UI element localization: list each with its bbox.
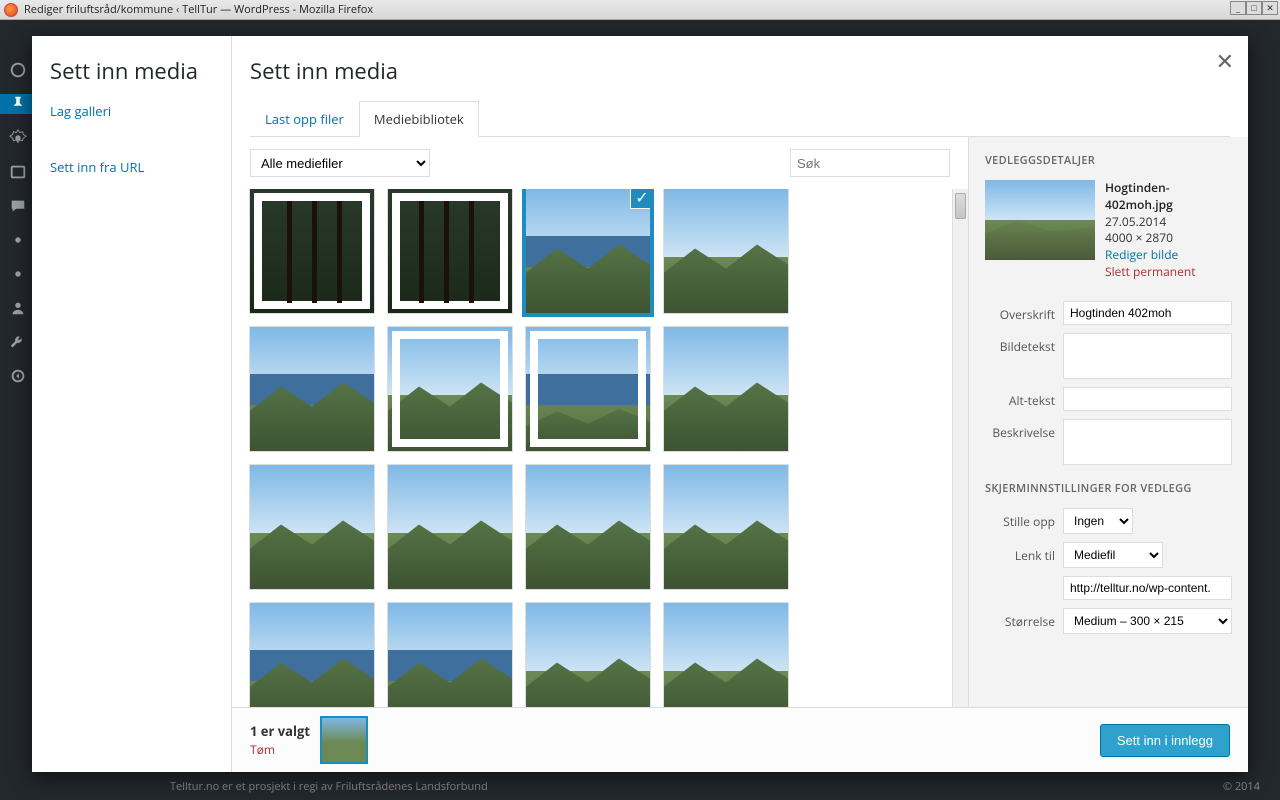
tab-library[interactable]: Mediebibliotek [359,101,479,137]
label-title: Overskrift [985,301,1063,323]
footer-text: Telltur.no er et prosjekt i regi av Fril… [170,779,488,794]
selection-count: 1 er valgt [250,722,310,740]
thumb-4[interactable] [664,189,788,313]
label-link: Lenk til [985,542,1063,564]
selected-thumbnail[interactable] [322,718,366,762]
modal-sidebar: Sett inn media Lag galleri Sett inn fra … [32,36,232,772]
input-title[interactable] [1063,301,1232,325]
select-link[interactable]: Mediefil [1063,542,1163,568]
select-align[interactable]: Ingen [1063,508,1133,534]
insert-button[interactable]: Sett inn i innlegg [1100,724,1230,757]
close-icon[interactable]: ✕ [1216,46,1234,76]
wrench-icon[interactable] [8,332,28,352]
thumb-9[interactable] [250,465,374,589]
thumb-12[interactable] [664,465,788,589]
appearance-icon[interactable] [8,230,28,250]
label-caption: Bildetekst [985,333,1063,355]
label-alt: Alt-tekst [985,387,1063,409]
scrollbar[interactable] [952,189,968,707]
firefox-icon [4,3,18,17]
tabs: Last opp filer Mediebibliotek [250,100,1230,137]
pin-icon[interactable] [0,94,36,114]
comments-icon[interactable] [8,196,28,216]
thumbnail-grid: ✓ [250,189,950,707]
settings-icon[interactable] [8,128,28,148]
detail-thumbnail [985,180,1095,260]
search-input[interactable] [790,149,950,177]
maximize-button[interactable]: □ [1246,1,1262,15]
display-settings-heading: SKJERMINNSTILLINGER FOR VEDLEGG [985,481,1232,496]
edit-image-link[interactable]: Rediger bilde [1105,247,1232,264]
input-caption[interactable] [1063,333,1232,379]
filter-select[interactable]: Alle mediefiler [250,149,430,177]
label-description: Beskrivelse [985,419,1063,441]
thumb-3-selected[interactable]: ✓ [526,189,650,313]
media-modal: Sett inn media Lag galleri Sett inn fra … [32,36,1248,772]
modal-footer: 1 er valgt Tøm Sett inn i innlegg [232,707,1248,772]
nav-insert-from-url[interactable]: Sett inn fra URL [50,158,213,176]
input-alt[interactable] [1063,387,1232,411]
page-footer: Telltur.no er et prosjekt i regi av Fril… [170,779,1260,794]
minimize-button[interactable]: _ [1230,1,1246,15]
thumb-1[interactable] [250,189,374,313]
details-heading: VEDLEGGSDETALJER [985,153,1232,168]
users-icon[interactable] [8,298,28,318]
tab-upload[interactable]: Last opp filer [250,101,359,137]
thumb-10[interactable] [388,465,512,589]
input-url[interactable] [1063,576,1232,600]
dashboard-icon[interactable] [8,60,28,80]
delete-permanent-link[interactable]: Slett permanent [1105,264,1232,281]
media-browser: Alle mediefiler ✓ [232,137,968,707]
thumb-11[interactable] [526,465,650,589]
thumb-5[interactable] [250,327,374,451]
wp-admin-rail [0,20,36,800]
nav-create-gallery[interactable]: Lag galleri [50,102,213,120]
thumb-16[interactable] [664,603,788,707]
detail-date: 27.05.2014 [1105,214,1232,231]
close-window-button[interactable]: ✕ [1262,1,1278,15]
tools-icon[interactable] [8,264,28,284]
collapse-icon[interactable] [8,366,28,386]
input-description[interactable] [1063,419,1232,465]
thumb-13[interactable] [250,603,374,707]
select-size[interactable]: Medium – 300 × 215 [1063,608,1232,634]
thumb-15[interactable] [526,603,650,707]
thumb-6[interactable] [388,327,512,451]
label-align: Stille opp [985,508,1063,530]
attachment-details: VEDLEGGSDETALJER Hogtinden-402moh.jpg 27… [968,137,1248,707]
thumb-2[interactable] [388,189,512,313]
detail-filename: Hogtinden-402moh.jpg [1105,180,1232,214]
thumb-14[interactable] [388,603,512,707]
check-icon: ✓ [630,189,650,209]
thumb-7[interactable] [526,327,650,451]
titlebar: Rediger friluftsråd/kommune ‹ TellTur — … [0,0,1280,20]
modal-main: ✕ Sett inn media Last opp filer Mediebib… [232,36,1248,772]
detail-dimensions: 4000 × 2870 [1105,230,1232,247]
media-icon[interactable] [8,162,28,182]
window-title: Rediger friluftsråd/kommune ‹ TellTur — … [24,2,373,17]
clear-selection[interactable]: Tøm [250,741,275,758]
label-size: Størrelse [985,608,1063,630]
thumb-8[interactable] [664,327,788,451]
sidebar-title: Sett inn media [50,56,213,86]
footer-copyright: © 2014 [1223,779,1260,794]
modal-title: Sett inn media [250,56,1230,86]
